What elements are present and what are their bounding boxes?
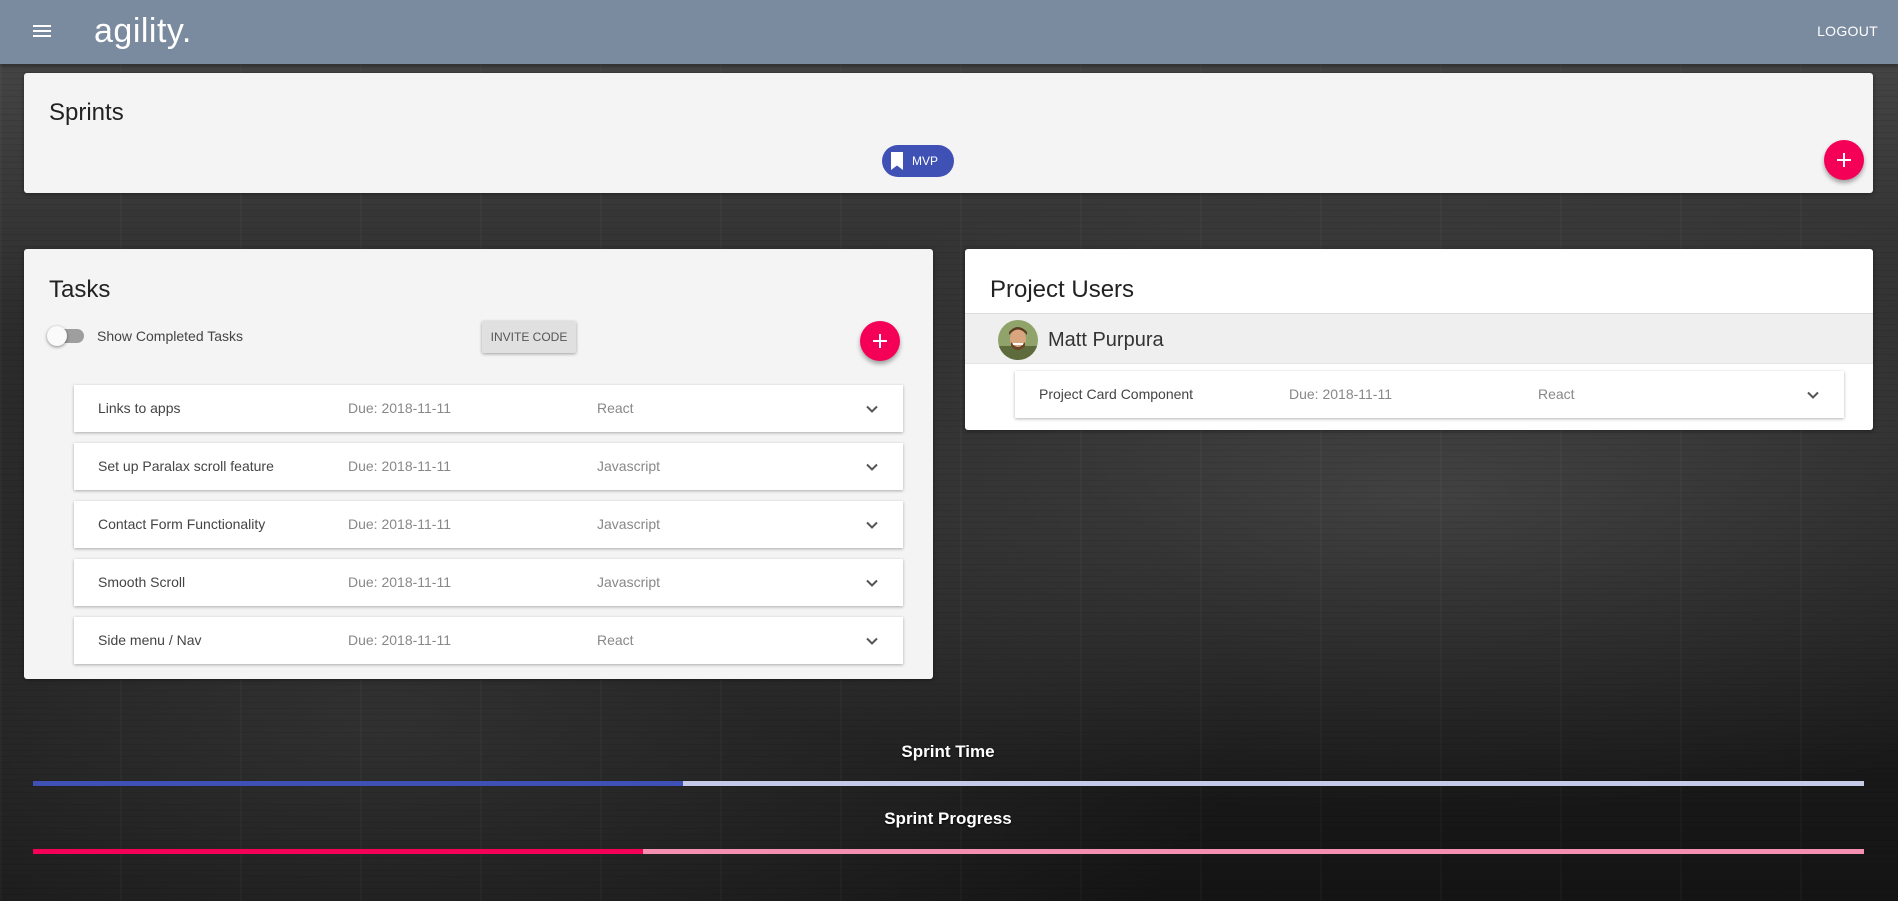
sprint-time-bar bbox=[33, 781, 1864, 786]
bookmark-icon bbox=[891, 152, 903, 170]
tasks-card: Tasks Show Completed Tasks INVITE CODE L… bbox=[24, 249, 933, 679]
task-tag: React bbox=[597, 632, 634, 648]
task-due-date: Due: 2018-11-11 bbox=[348, 516, 451, 532]
sprint-progress-bar bbox=[33, 849, 1864, 854]
task-name: Contact Form Functionality bbox=[98, 516, 266, 532]
task-due-date: Due: 2018-11-11 bbox=[348, 458, 451, 474]
task-tag: React bbox=[597, 400, 634, 416]
sprints-title: Sprints bbox=[49, 99, 124, 126]
task-row[interactable]: Side menu / Nav Due: 2018-11-11 React bbox=[74, 617, 903, 664]
task-row[interactable]: Links to apps Due: 2018-11-11 React bbox=[74, 385, 903, 432]
task-row[interactable]: Contact Form Functionality Due: 2018-11-… bbox=[74, 501, 903, 548]
task-name: Smooth Scroll bbox=[98, 574, 186, 590]
task-due-date: Due: 2018-11-11 bbox=[348, 574, 451, 590]
task-due-date: Due: 2018-11-11 bbox=[348, 400, 451, 416]
show-completed-label: Show Completed Tasks bbox=[97, 328, 244, 344]
sprint-chip-mvp[interactable]: MVP bbox=[882, 145, 954, 177]
add-task-button[interactable] bbox=[860, 321, 900, 361]
avatar bbox=[998, 320, 1038, 360]
chevron-down-icon[interactable] bbox=[1806, 388, 1820, 402]
app-logo: agility. bbox=[94, 12, 192, 50]
plus-icon bbox=[873, 334, 887, 348]
sprint-chip-label: MVP bbox=[912, 154, 939, 168]
task-list: Links to apps Due: 2018-11-11 React Set … bbox=[74, 385, 903, 675]
chevron-down-icon[interactable] bbox=[865, 460, 879, 474]
task-tag: Javascript bbox=[597, 458, 661, 474]
user-header[interactable]: Matt Purpura bbox=[965, 313, 1873, 364]
task-tag: Javascript bbox=[597, 516, 661, 532]
chevron-down-icon[interactable] bbox=[865, 576, 879, 590]
chevron-down-icon[interactable] bbox=[865, 518, 879, 532]
logout-button[interactable]: LOGOUT bbox=[1817, 23, 1878, 39]
sprint-time-label: Sprint Time bbox=[901, 742, 995, 761]
task-name: Links to apps bbox=[98, 400, 181, 416]
task-due-date: Due: 2018-11-11 bbox=[348, 632, 451, 648]
sprint-progress-label: Sprint Progress bbox=[884, 809, 1012, 828]
project-users-title: Project Users bbox=[990, 276, 1135, 303]
sprint-progress-fill bbox=[33, 849, 643, 854]
project-users-card: Project Users Matt Purpura Project Card … bbox=[965, 249, 1873, 430]
task-row[interactable]: Smooth Scroll Due: 2018-11-11 Javascript bbox=[74, 559, 903, 606]
user-name: Matt Purpura bbox=[1048, 329, 1164, 351]
toggle-thumb bbox=[47, 326, 67, 346]
app-bar: agility. LOGOUT bbox=[0, 0, 1898, 64]
task-name: Side menu / Nav bbox=[98, 632, 202, 648]
task-name: Set up Paralax scroll feature bbox=[98, 458, 274, 474]
task-tag: React bbox=[1538, 386, 1575, 402]
chevron-down-icon[interactable] bbox=[865, 634, 879, 648]
add-sprint-button[interactable] bbox=[1824, 140, 1864, 180]
plus-icon bbox=[1837, 153, 1851, 167]
sprint-time-fill bbox=[33, 781, 683, 786]
tasks-title: Tasks bbox=[49, 276, 111, 303]
task-row[interactable]: Set up Paralax scroll feature Due: 2018-… bbox=[74, 443, 903, 490]
invite-code-button[interactable]: INVITE CODE bbox=[482, 321, 576, 353]
show-completed-toggle[interactable] bbox=[47, 326, 84, 346]
sprints-card: Sprints MVP bbox=[24, 73, 1873, 193]
task-due-date: Due: 2018-11-11 bbox=[1289, 386, 1392, 402]
user-task-row[interactable]: Project Card Component Due: 2018-11-11 R… bbox=[1015, 371, 1844, 418]
menu-icon[interactable] bbox=[30, 22, 54, 42]
task-tag: Javascript bbox=[597, 574, 661, 590]
task-name: Project Card Component bbox=[1039, 386, 1194, 402]
chevron-down-icon[interactable] bbox=[865, 402, 879, 416]
